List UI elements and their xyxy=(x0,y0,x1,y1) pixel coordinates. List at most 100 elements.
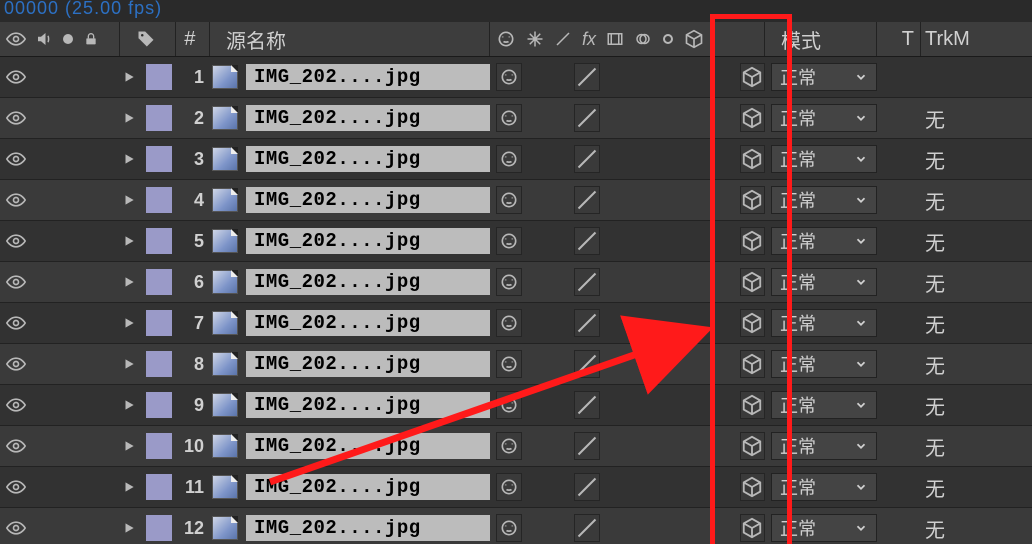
threed-toggle[interactable] xyxy=(740,514,766,542)
threed-toggle[interactable] xyxy=(740,473,766,501)
quality-toggle[interactable] xyxy=(574,104,600,132)
blend-mode-dropdown[interactable]: 正常 xyxy=(771,350,877,378)
shy-toggle[interactable] xyxy=(496,227,522,255)
threed-toggle[interactable] xyxy=(740,350,766,378)
label-color-swatch[interactable] xyxy=(146,146,172,172)
quality-toggle[interactable] xyxy=(574,268,600,296)
layer-row[interactable]: 7 IMG_202....jpg 正常 无 xyxy=(0,303,1032,344)
threed-toggle[interactable] xyxy=(740,268,766,296)
shy-toggle[interactable] xyxy=(496,309,522,337)
track-matte-header[interactable]: TrkM xyxy=(921,22,1032,56)
layer-row[interactable]: 8 IMG_202....jpg 正常 无 xyxy=(0,344,1032,385)
threed-toggle[interactable] xyxy=(740,227,766,255)
quality-toggle[interactable] xyxy=(574,63,600,91)
layer-row[interactable]: 10 IMG_202....jpg 正常 无 xyxy=(0,426,1032,467)
blend-mode-dropdown[interactable]: 正常 xyxy=(771,145,877,173)
quality-toggle[interactable] xyxy=(574,514,600,542)
disclosure-triangle-icon[interactable] xyxy=(122,521,136,535)
disclosure-triangle-icon[interactable] xyxy=(122,234,136,248)
disclosure-triangle-icon[interactable] xyxy=(122,357,136,371)
quality-toggle[interactable] xyxy=(574,145,600,173)
layer-row[interactable]: 9 IMG_202....jpg 正常 无 xyxy=(0,385,1032,426)
layer-row[interactable]: 1 IMG_202....jpg 正常 xyxy=(0,57,1032,98)
shy-toggle[interactable] xyxy=(496,391,522,419)
disclosure-triangle-icon[interactable] xyxy=(122,275,136,289)
shy-toggle[interactable] xyxy=(496,350,522,378)
track-matte-value[interactable]: 无 xyxy=(925,391,945,420)
shy-toggle[interactable] xyxy=(496,473,522,501)
track-matte-value[interactable]: 无 xyxy=(925,186,945,215)
blend-mode-dropdown[interactable]: 正常 xyxy=(771,186,877,214)
blend-mode-dropdown[interactable]: 正常 xyxy=(771,63,877,91)
disclosure-triangle-icon[interactable] xyxy=(122,439,136,453)
track-matte-value[interactable]: 无 xyxy=(925,309,945,338)
track-matte-value[interactable]: 无 xyxy=(925,514,945,543)
shy-toggle[interactable] xyxy=(496,514,522,542)
preserve-transparency-header[interactable]: T xyxy=(877,22,921,56)
eye-icon[interactable] xyxy=(6,313,26,333)
layer-source-name[interactable]: IMG_202....jpg xyxy=(246,228,490,254)
label-color-swatch[interactable] xyxy=(146,228,172,254)
quality-toggle[interactable] xyxy=(574,186,600,214)
eye-icon[interactable] xyxy=(6,395,26,415)
track-matte-value[interactable]: 无 xyxy=(925,227,945,256)
label-color-swatch[interactable] xyxy=(146,392,172,418)
timecode[interactable]: 00000 (25.00 fps) xyxy=(4,0,162,19)
label-color-swatch[interactable] xyxy=(146,351,172,377)
quality-toggle[interactable] xyxy=(574,309,600,337)
layer-source-name[interactable]: IMG_202....jpg xyxy=(246,64,490,90)
layer-source-name[interactable]: IMG_202....jpg xyxy=(246,515,490,541)
eye-icon[interactable] xyxy=(6,231,26,251)
disclosure-triangle-icon[interactable] xyxy=(122,70,136,84)
layer-source-name[interactable]: IMG_202....jpg xyxy=(246,433,490,459)
disclosure-triangle-icon[interactable] xyxy=(122,193,136,207)
blend-mode-dropdown[interactable]: 正常 xyxy=(771,268,877,296)
track-matte-value[interactable]: 无 xyxy=(925,145,945,174)
blend-mode-dropdown[interactable]: 正常 xyxy=(771,473,877,501)
shy-toggle[interactable] xyxy=(496,63,522,91)
quality-toggle[interactable] xyxy=(574,350,600,378)
quality-toggle[interactable] xyxy=(574,391,600,419)
blend-mode-dropdown[interactable]: 正常 xyxy=(771,514,877,542)
layer-source-name[interactable]: IMG_202....jpg xyxy=(246,187,490,213)
quality-toggle[interactable] xyxy=(574,473,600,501)
blend-mode-dropdown[interactable]: 正常 xyxy=(771,227,877,255)
shy-toggle[interactable] xyxy=(496,186,522,214)
threed-toggle[interactable] xyxy=(740,104,766,132)
eye-icon[interactable] xyxy=(6,477,26,497)
layer-source-name[interactable]: IMG_202....jpg xyxy=(246,105,490,131)
threed-toggle[interactable] xyxy=(740,186,766,214)
quality-toggle[interactable] xyxy=(574,227,600,255)
layer-row[interactable]: 6 IMG_202....jpg 正常 无 xyxy=(0,262,1032,303)
layer-row[interactable]: 11 IMG_202....jpg 正常 无 xyxy=(0,467,1032,508)
blend-mode-dropdown[interactable]: 正常 xyxy=(771,104,877,132)
shy-toggle[interactable] xyxy=(496,145,522,173)
disclosure-triangle-icon[interactable] xyxy=(122,480,136,494)
threed-toggle[interactable] xyxy=(740,63,766,91)
track-matte-value[interactable]: 无 xyxy=(925,432,945,461)
label-color-swatch[interactable] xyxy=(146,433,172,459)
shy-toggle[interactable] xyxy=(496,268,522,296)
blend-mode-dropdown[interactable]: 正常 xyxy=(771,309,877,337)
eye-icon[interactable] xyxy=(6,436,26,456)
label-color-swatch[interactable] xyxy=(146,64,172,90)
layer-row[interactable]: 2 IMG_202....jpg 正常 无 xyxy=(0,98,1032,139)
threed-toggle[interactable] xyxy=(740,145,766,173)
disclosure-triangle-icon[interactable] xyxy=(122,111,136,125)
threed-toggle[interactable] xyxy=(740,309,766,337)
shy-toggle[interactable] xyxy=(496,104,522,132)
label-color-swatch[interactable] xyxy=(146,269,172,295)
track-matte-value[interactable]: 无 xyxy=(925,104,945,133)
source-name-header[interactable]: 源名称 xyxy=(210,22,490,56)
eye-icon[interactable] xyxy=(6,354,26,374)
layer-row[interactable]: 5 IMG_202....jpg 正常 无 xyxy=(0,221,1032,262)
layer-source-name[interactable]: IMG_202....jpg xyxy=(246,351,490,377)
blend-mode-dropdown[interactable]: 正常 xyxy=(771,432,877,460)
threed-toggle[interactable] xyxy=(740,391,766,419)
track-matte-value[interactable]: 无 xyxy=(925,268,945,297)
eye-icon[interactable] xyxy=(6,272,26,292)
label-color-swatch[interactable] xyxy=(146,310,172,336)
index-header[interactable]: # xyxy=(176,22,210,56)
layer-row[interactable]: 3 IMG_202....jpg 正常 无 xyxy=(0,139,1032,180)
label-color-swatch[interactable] xyxy=(146,187,172,213)
